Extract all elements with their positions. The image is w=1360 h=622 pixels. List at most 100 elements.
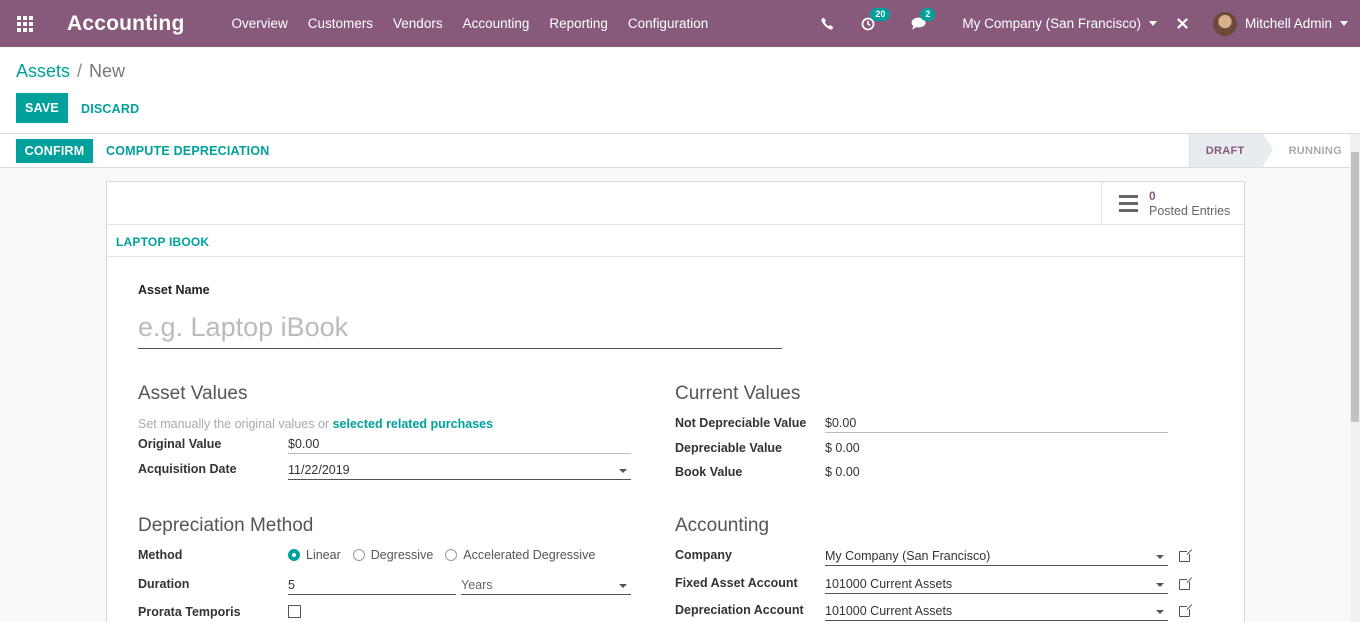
- menu-customers[interactable]: Customers: [308, 16, 373, 31]
- close-icon[interactable]: [1176, 17, 1189, 30]
- asset-model-strip: LAPTOP IBOOK: [107, 225, 1244, 257]
- method-linear-radio[interactable]: Linear: [288, 548, 341, 562]
- app-title[interactable]: Accounting: [67, 12, 185, 36]
- scrollbar-thumb[interactable]: [1351, 152, 1359, 422]
- depreciation-account-select[interactable]: 101000 Current Assets: [825, 604, 1168, 621]
- depreciation-method-title: Depreciation Method: [138, 515, 314, 536]
- asset-values-hint: Set manually the original values or sele…: [138, 417, 493, 431]
- duration-label: Duration: [138, 577, 190, 591]
- book-value: $ 0.00: [825, 465, 860, 479]
- duration-input[interactable]: 5: [288, 578, 456, 595]
- top-navbar: Accounting Overview Customers Vendors Ac…: [0, 0, 1360, 47]
- breadcrumb-separator: /: [77, 61, 83, 81]
- prorata-label: Prorata Temporis: [138, 605, 241, 619]
- navbar-systray: 20 2 My Company (San Francisco) Mitchell…: [821, 0, 1360, 47]
- prorata-checkbox[interactable]: [288, 605, 301, 618]
- activity-clock-icon[interactable]: 20: [861, 7, 891, 31]
- stage-pipeline: DRAFT RUNNING: [1188, 134, 1352, 167]
- posted-entries-label: Posted Entries: [1149, 203, 1231, 218]
- method-accelerated-radio[interactable]: Accelerated Degressive: [445, 548, 595, 562]
- menu-reporting[interactable]: Reporting: [549, 16, 608, 31]
- chat-icon[interactable]: 2: [911, 7, 936, 31]
- book-value-label: Book Value: [675, 465, 743, 479]
- external-link-icon[interactable]: [1179, 576, 1193, 590]
- external-link-icon[interactable]: [1179, 548, 1193, 562]
- radio-icon: [352, 549, 365, 561]
- acquisition-date-input[interactable]: 11/22/2019: [288, 463, 631, 480]
- selected-purchases-link[interactable]: selected related purchases: [333, 417, 494, 431]
- asset-values-title: Asset Values: [138, 383, 248, 404]
- method-label: Method: [138, 548, 183, 562]
- list-icon: [1119, 195, 1138, 212]
- breadcrumb: Assets / New: [16, 61, 125, 82]
- company-value: My Company (San Francisco): [825, 549, 991, 563]
- menu-overview[interactable]: Overview: [232, 16, 288, 31]
- hint-text: Set manually the original values or: [138, 417, 330, 431]
- current-values-title: Current Values: [675, 383, 801, 404]
- depreciation-account-value: 101000 Current Assets: [825, 604, 953, 618]
- breadcrumb-current: New: [89, 61, 126, 81]
- method-radio-group: Linear Degressive Accelerated Degressive: [288, 548, 607, 562]
- page-scrollbar[interactable]: [1350, 134, 1360, 622]
- acquisition-date-value: 11/22/2019: [288, 463, 350, 477]
- company-switcher[interactable]: My Company (San Francisco): [962, 16, 1157, 31]
- method-degressive-label: Degressive: [370, 548, 434, 562]
- external-link-icon[interactable]: [1179, 603, 1193, 617]
- company-select[interactable]: My Company (San Francisco): [825, 549, 1168, 566]
- stage-draft[interactable]: DRAFT: [1188, 134, 1273, 167]
- chevron-down-icon: [1148, 21, 1157, 26]
- chevron-down-icon: [1156, 555, 1164, 559]
- save-button[interactable]: SAVE: [16, 93, 68, 123]
- asset-model-name[interactable]: LAPTOP IBOOK: [116, 235, 209, 249]
- user-menu[interactable]: Mitchell Admin: [1212, 11, 1348, 36]
- fixed-asset-account-label: Fixed Asset Account: [675, 576, 798, 590]
- posted-entries-button[interactable]: 0 Posted Entries: [1101, 182, 1244, 225]
- fixed-asset-account-value: 101000 Current Assets: [825, 577, 953, 591]
- avatar: [1212, 11, 1237, 36]
- chevron-down-icon: [619, 469, 627, 473]
- method-linear-label: Linear: [306, 548, 341, 562]
- chevron-down-icon: [619, 584, 627, 588]
- compute-depreciation-button[interactable]: COMPUTE DEPRECIATION: [106, 144, 270, 158]
- control-panel: Assets / New SAVE DISCARD: [0, 47, 1360, 134]
- phone-icon[interactable]: [821, 17, 834, 30]
- menu-vendors[interactable]: Vendors: [393, 16, 443, 31]
- depreciation-account-label: Depreciation Account: [675, 603, 804, 617]
- confirm-button[interactable]: CONFIRM: [16, 139, 93, 163]
- duration-unit-select[interactable]: Years: [461, 578, 631, 595]
- method-degressive-radio[interactable]: Degressive: [352, 548, 434, 562]
- menu-accounting[interactable]: Accounting: [463, 16, 530, 31]
- not-depreciable-label: Not Depreciable Value: [675, 416, 807, 430]
- radio-checked-icon: [288, 549, 300, 561]
- accounting-title: Accounting: [675, 515, 770, 536]
- user-name: Mitchell Admin: [1244, 16, 1332, 31]
- messages-badge: 2: [920, 7, 936, 21]
- main-menu: Overview Customers Vendors Accounting Re…: [232, 16, 729, 31]
- apps-grid-icon[interactable]: [0, 0, 50, 47]
- depreciable-value-label: Depreciable Value: [675, 441, 783, 455]
- activity-badge: 20: [870, 7, 891, 21]
- not-depreciable-input[interactable]: $0.00: [825, 416, 1168, 433]
- chevron-down-icon: [1156, 610, 1164, 614]
- original-value-input[interactable]: $0.00: [288, 437, 631, 454]
- radio-icon: [445, 549, 458, 561]
- stage-running[interactable]: RUNNING: [1263, 134, 1352, 167]
- depreciable-value: $ 0.00: [825, 441, 860, 455]
- breadcrumb-assets[interactable]: Assets: [16, 61, 70, 82]
- chevron-down-icon: [1340, 21, 1348, 26]
- chevron-down-icon: [1156, 583, 1164, 587]
- form-sheet: 0 Posted Entries LAPTOP IBOOK Asset Name…: [106, 181, 1245, 622]
- acquisition-date-label: Acquisition Date: [138, 462, 237, 476]
- fixed-asset-account-select[interactable]: 101000 Current Assets: [825, 577, 1168, 594]
- asset-name-label: Asset Name: [138, 283, 210, 297]
- asset-name-input[interactable]: [138, 306, 782, 349]
- status-bar: CONFIRM COMPUTE DEPRECIATION DRAFT RUNNI…: [0, 134, 1360, 168]
- company-name: My Company (San Francisco): [962, 16, 1141, 31]
- menu-configuration[interactable]: Configuration: [628, 16, 708, 31]
- method-accelerated-label: Accelerated Degressive: [463, 548, 596, 562]
- original-value-label: Original Value: [138, 437, 222, 451]
- discard-button[interactable]: DISCARD: [81, 102, 139, 116]
- duration-unit-value: Years: [461, 578, 493, 592]
- posted-entries-count: 0: [1149, 188, 1156, 203]
- company-label: Company: [675, 548, 732, 562]
